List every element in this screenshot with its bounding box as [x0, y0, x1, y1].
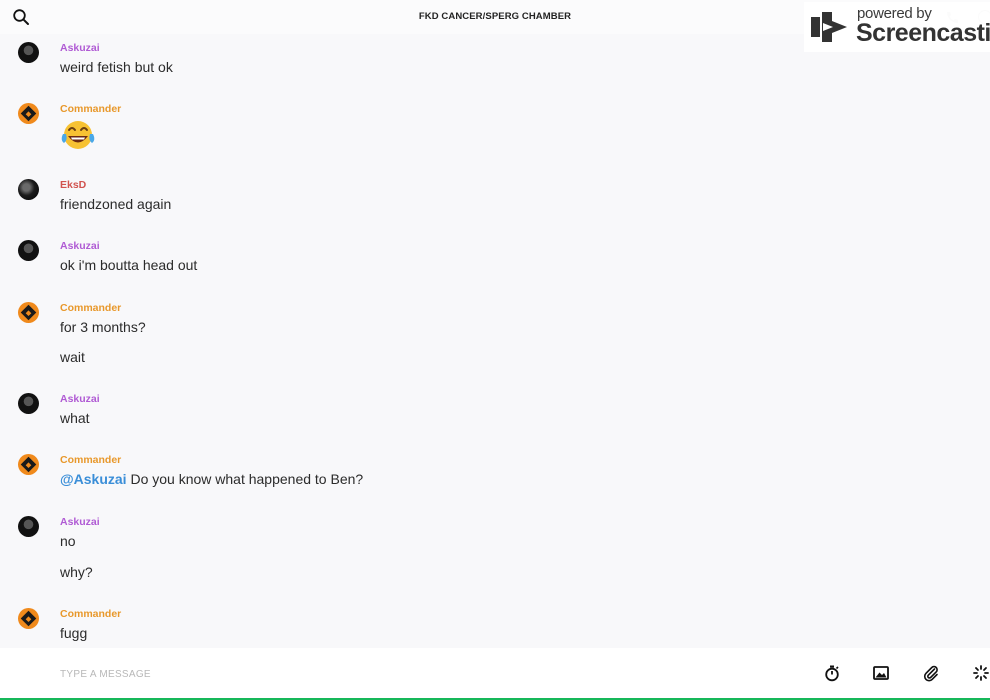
message-text: why?	[60, 564, 93, 580]
user-mention[interactable]: @Askuzai	[60, 471, 127, 487]
avatar[interactable]	[18, 393, 39, 414]
message-author[interactable]: Commander	[60, 103, 121, 115]
message-text: @Askuzai Do you know what happened to Be…	[60, 471, 363, 487]
chat-app: FKD CANCER/SPERG CHAMBER powered by Scre…	[0, 0, 990, 700]
avatar[interactable]	[18, 103, 39, 124]
message-author[interactable]: Commander	[60, 302, 121, 314]
paperclip-icon[interactable]	[922, 664, 940, 682]
message-author[interactable]: Askuzai	[60, 516, 100, 528]
message-text: what	[60, 410, 90, 426]
message-author[interactable]: Askuzai	[60, 42, 100, 54]
message-author[interactable]: Askuzai	[60, 393, 100, 405]
avatar[interactable]	[18, 454, 39, 475]
avatar[interactable]	[18, 240, 39, 261]
message-text: weird fetish but ok	[60, 59, 173, 75]
message-composer	[0, 648, 990, 698]
avatar[interactable]	[18, 608, 39, 629]
message-input[interactable]	[60, 662, 760, 686]
avatar[interactable]	[18, 179, 39, 200]
message-text: no	[60, 533, 76, 549]
timer-icon[interactable]	[823, 664, 841, 682]
message-author[interactable]: EksD	[60, 179, 86, 191]
avatar[interactable]	[18, 42, 39, 63]
spinner-icon[interactable]	[972, 664, 990, 682]
message-author[interactable]: Commander	[60, 608, 121, 620]
message-author[interactable]: Askuzai	[60, 240, 100, 252]
avatar[interactable]	[18, 302, 39, 323]
message-text: friendzoned again	[60, 196, 172, 212]
message-text: ok i'm boutta head out	[60, 257, 198, 273]
message-list: Askuzai weird fetish but ok Commander Ek…	[0, 34, 990, 648]
message-author[interactable]: Commander	[60, 454, 121, 466]
message-text: for 3 months?	[60, 319, 146, 335]
message-body: Do you know what happened to Ben?	[130, 471, 364, 487]
image-icon[interactable]	[872, 664, 890, 682]
message-text: wait	[60, 349, 85, 365]
avatar[interactable]	[18, 516, 39, 537]
face-with-tears-of-joy-icon	[61, 121, 95, 149]
message-text: fugg	[60, 625, 88, 641]
